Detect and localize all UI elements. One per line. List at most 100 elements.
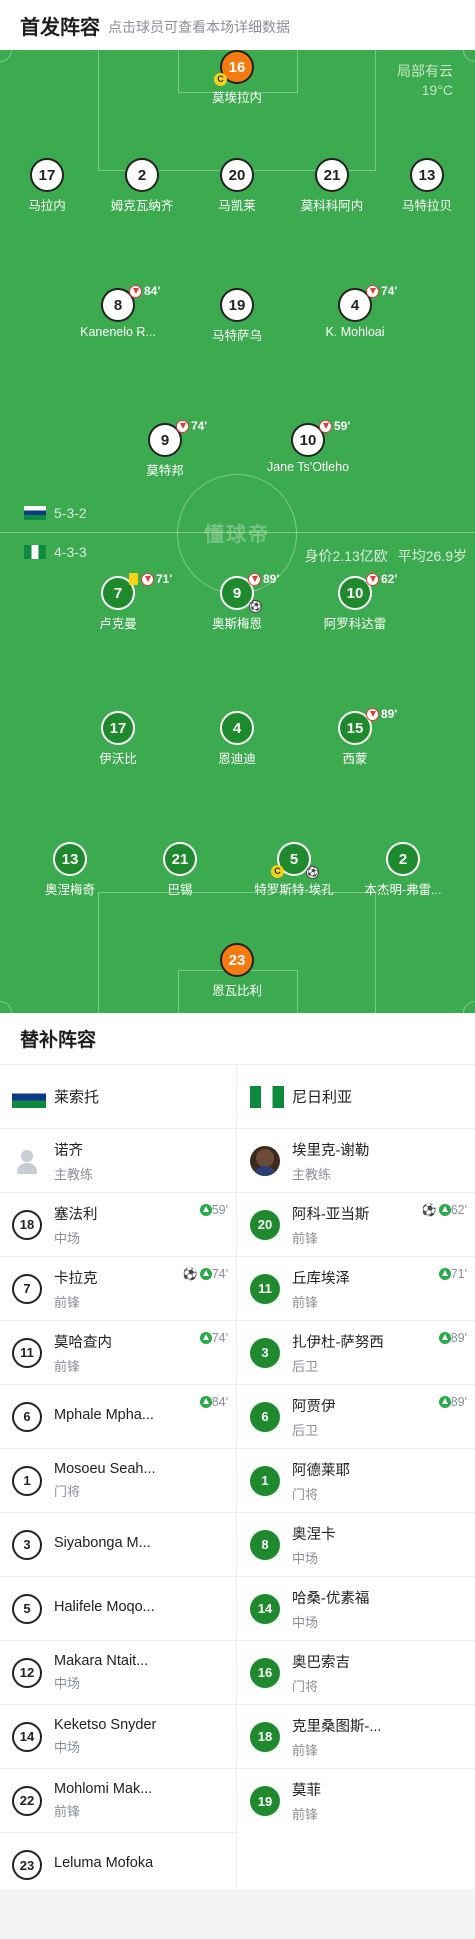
captain-icon: C xyxy=(271,865,284,878)
player-name: Leluma Mofoka xyxy=(54,1855,154,1871)
player-home-gk[interactable]: 16 C 莫埃拉内 xyxy=(177,50,297,106)
player-position: 前锋 xyxy=(292,1230,319,1246)
player-name: 卡拉克 xyxy=(54,1270,98,1287)
sub-event: 89' xyxy=(437,1395,467,1409)
player-name: 奥斯梅恩 xyxy=(211,617,262,631)
bench-player-row[interactable]: 11 丘库埃泽 前锋 71' xyxy=(238,1257,475,1321)
bench-player-row[interactable]: 14 哈桑-优素福 中场 xyxy=(238,1577,475,1641)
coach-avatar xyxy=(250,1145,280,1176)
avatar-placeholder-icon xyxy=(12,1146,42,1176)
shirt-number: 7 71' xyxy=(101,572,172,610)
weather-info: 局部有云 19°C xyxy=(397,62,453,100)
bench-player-row[interactable]: 20 阿科-亚当斯 前锋 ⚽ 62' xyxy=(238,1193,475,1257)
bench-player-row[interactable]: 19 莫菲 前锋 xyxy=(238,1769,475,1833)
player-home-mid[interactable]: 8 84' Kanenelo R... xyxy=(58,284,178,339)
player-home-fwd[interactable]: 10 59' Jane Ts'Otleho xyxy=(248,419,368,474)
bench-player-row[interactable]: 1 Mosoeu Seah... 门将 xyxy=(0,1449,236,1513)
player-home-mid[interactable]: 4 74' K. Mohloai xyxy=(295,284,415,339)
player-number: 18 xyxy=(250,1721,280,1752)
player-name: K. Mohloai xyxy=(325,325,385,339)
bench-player-row[interactable]: 8 奥涅卡 中场 xyxy=(238,1513,475,1577)
player-name: 恩迪迪 xyxy=(218,752,256,766)
away-team-stats: 身价2.13亿欧 平均26.9岁 xyxy=(295,546,468,566)
player-name: 阿德莱耶 xyxy=(292,1462,350,1479)
bench-player-row[interactable]: 16 奥巴索吉 门将 xyxy=(238,1641,475,1705)
weather-temp: 19°C xyxy=(421,82,453,98)
player-name: Keketso Snyder xyxy=(54,1717,157,1733)
sub-out-icon xyxy=(129,284,142,298)
sub-event: 71' xyxy=(437,1267,467,1281)
bench-player-row[interactable]: 11 莫哈查内 前锋 74' xyxy=(0,1321,236,1385)
player-position: 中场 xyxy=(292,1614,319,1630)
player-name: Makara Ntait... xyxy=(54,1653,149,1669)
player-name: 恩瓦比利 xyxy=(211,984,262,998)
player-number: 12 xyxy=(12,1657,42,1688)
player-away-mid[interactable]: 17 伊沃比 xyxy=(58,711,178,767)
bench-player-row[interactable]: 1 阿德莱耶 门将 xyxy=(238,1449,475,1513)
sub-in-icon xyxy=(199,1396,212,1408)
nigeria-flag-icon xyxy=(250,1085,284,1108)
bench-player-row[interactable]: 5 Halifele Moqo... xyxy=(0,1577,236,1641)
shirt-number: 10 59' xyxy=(291,419,350,457)
away-formation: 4-3-3 xyxy=(24,544,87,560)
goal-icon: ⚽ xyxy=(182,1267,198,1281)
player-home-fwd[interactable]: 9 74' 莫特邦 xyxy=(105,419,225,479)
player-name: 奥巴索吉 xyxy=(292,1654,350,1671)
player-number: 5 xyxy=(12,1593,42,1624)
sub-out-icon xyxy=(248,572,261,586)
coach-row[interactable]: 诺齐 主教练 xyxy=(0,1129,236,1193)
player-away-fwd[interactable]: 10 62' 阿罗科达雷 xyxy=(295,572,415,632)
bench-team-header: 莱索托 xyxy=(0,1065,236,1129)
player-name: 马特拉贝 xyxy=(401,199,452,213)
shirt-number: 9 89' ⚽ xyxy=(220,572,279,613)
bench-player-row[interactable]: 3 Siyabonga M... xyxy=(0,1513,236,1577)
player-away-def[interactable]: 2 本杰明-弗雷... xyxy=(343,842,463,898)
player-number: 14 xyxy=(12,1721,42,1752)
player-number: 23 xyxy=(12,1850,42,1880)
player-away-mid[interactable]: 15 89' 西蒙 xyxy=(295,707,415,767)
bench-player-row[interactable]: 6 Mphale Mpha... 84' xyxy=(0,1385,236,1449)
player-position: 门将 xyxy=(292,1678,319,1694)
shirt-number: 21 xyxy=(163,842,197,876)
sub-event: 59' xyxy=(198,1203,228,1217)
shirt-number: 5 C ⚽ xyxy=(271,842,319,879)
player-away-fwd[interactable]: 9 89' ⚽ 奥斯梅恩 xyxy=(177,572,297,632)
player-away-gk[interactable]: 23 恩瓦比利 xyxy=(177,943,297,999)
home-formation: 5-3-2 xyxy=(24,505,87,521)
player-away-fwd[interactable]: 7 71' 卢克曼 xyxy=(58,572,178,632)
player-position: 中场 xyxy=(292,1550,319,1566)
player-name: 阿罗科达雷 xyxy=(323,617,387,631)
sub-out-icon xyxy=(366,572,379,586)
bench-player-row[interactable]: 23 Leluma Mofoka xyxy=(0,1833,236,1897)
shirt-number: 8 84' xyxy=(101,284,160,322)
player-name: 莫哈查内 xyxy=(54,1334,112,1351)
coach-role: 主教练 xyxy=(292,1166,332,1182)
bench-player-row[interactable]: 7 卡拉克 前锋 ⚽ 74' xyxy=(0,1257,236,1321)
shirt-number: 13 xyxy=(53,842,87,876)
player-home-mid[interactable]: 19 马特萨乌 xyxy=(177,288,297,344)
team-avg-age: 平均26.9岁 xyxy=(397,548,467,564)
player-name: 特罗斯特-埃孔 xyxy=(254,883,334,897)
bench-player-row[interactable]: 18 克里桑图斯-... 前锋 xyxy=(238,1705,475,1769)
player-away-def[interactable]: 5 C ⚽ 特罗斯特-埃孔 xyxy=(234,842,354,898)
player-away-def[interactable]: 21 巴锡 xyxy=(120,842,240,898)
bench-player-row[interactable]: 6 阿贾伊 后卫 89' xyxy=(238,1385,475,1449)
sub-out-marker: 74' xyxy=(366,284,397,298)
sub-in-icon xyxy=(199,1204,212,1216)
shirt-number: 13 xyxy=(410,158,444,192)
player-name: 莫菲 xyxy=(292,1783,321,1799)
bench-player-row[interactable]: 12 Makara Ntait... 中场 xyxy=(0,1641,236,1705)
bench-player-row[interactable]: 18 塞法利 中场 59' xyxy=(0,1193,236,1257)
bench-player-row[interactable]: 14 Keketso Snyder 中场 xyxy=(0,1705,236,1769)
bench-player-row[interactable]: 22 Mohlomi Mak... 前锋 xyxy=(0,1769,236,1833)
page-subtitle: 点击球员可查看本场详细数据 xyxy=(108,18,290,35)
player-away-def[interactable]: 13 奥涅梅奇 xyxy=(10,842,130,898)
coach-row[interactable]: 埃里克-谢勒 主教练 xyxy=(238,1129,475,1193)
bench-player-row[interactable]: 3 扎伊杜-萨努西 后卫 89' xyxy=(238,1321,475,1385)
player-away-mid[interactable]: 4 恩迪迪 xyxy=(177,711,297,767)
player-name: 巴锡 xyxy=(167,883,193,897)
player-name: 克里桑图斯-... xyxy=(292,1718,382,1735)
coach-name: 埃里克-谢勒 xyxy=(292,1142,370,1159)
player-home-def[interactable]: 13 马特拉贝 xyxy=(367,158,475,214)
player-position: 后卫 xyxy=(292,1358,319,1374)
